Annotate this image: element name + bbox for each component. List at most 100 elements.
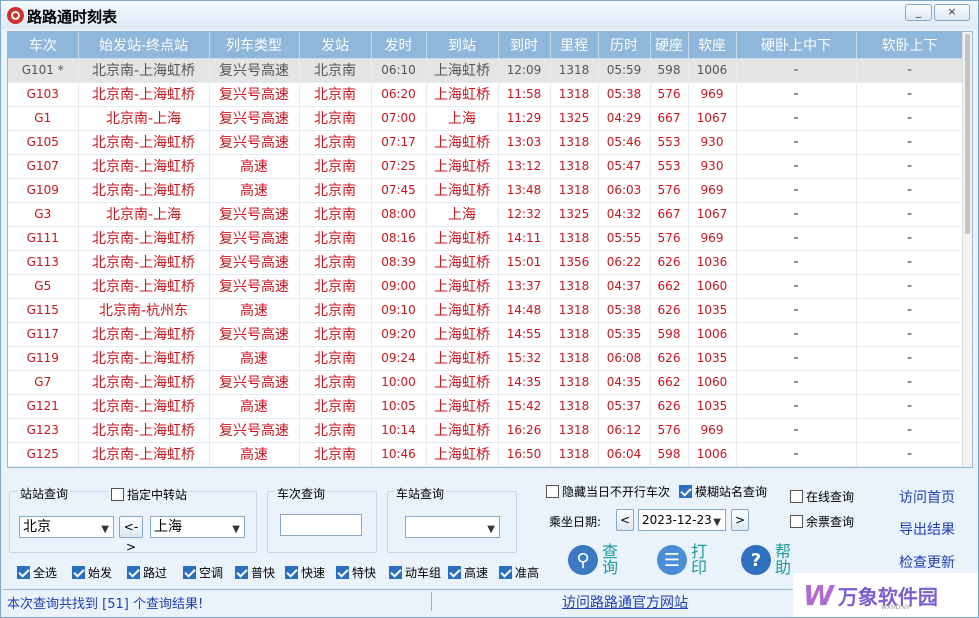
update-link[interactable]: 检查更新 <box>899 552 955 572</box>
filter-checkbox[interactable]: 全选 <box>17 564 57 581</box>
timetable-grid[interactable]: 车次 始发站-终点站 列车类型 发站 发时 到站 到时 里程 历时 硬座 软座 硬卧上中下 软卧上下 G… <box>7 31 973 468</box>
table-row[interactable]: G105 北京南-上海虹桥 复兴号高速 北京南 07:17 上海虹桥 13:03 1318 05… <box>8 130 964 155</box>
table-row[interactable]: G113 北京南-上海虹桥 复兴号高速 北京南 08:39 上海虹桥 15:01 1356 06… <box>8 250 964 275</box>
table-cell: G119 <box>8 346 79 371</box>
filter-checkbox-label: 始发 <box>88 566 113 580</box>
table-cell: 复兴号高速 <box>209 226 300 251</box>
online-checkbox-box[interactable] <box>790 490 803 503</box>
home-link[interactable]: 访问首页 <box>899 487 955 507</box>
to-station-value: 上海 <box>154 519 182 535</box>
filter-checkbox[interactable]: 特快 <box>336 564 376 581</box>
online-query-checkbox[interactable]: 在线查询 <box>790 488 854 505</box>
table-header: 车次 始发站-终点站 列车类型 发站 发时 到站 到时 里程 历时 硬座 软座 硬卧上中下 软卧上下 <box>8 32 964 59</box>
table-cell: 09:24 <box>371 346 427 371</box>
table-cell: 12:09 <box>498 58 551 83</box>
help-button-label: 帮助 <box>775 542 792 577</box>
filter-checkbox-box[interactable] <box>17 566 30 579</box>
filter-checkbox-box[interactable] <box>336 566 349 579</box>
table-cell: 576 <box>650 226 689 251</box>
filter-checkbox[interactable]: 路过 <box>127 564 167 581</box>
official-site-link[interactable]: 访问路路通官方网站 <box>562 592 688 612</box>
filter-checkbox[interactable]: 快速 <box>285 564 325 581</box>
column-header[interactable]: 发时 <box>371 32 427 59</box>
hide-checkbox-box[interactable] <box>546 485 559 498</box>
table-cell: 北京南 <box>299 322 372 347</box>
transfer-checkbox[interactable]: 指定中转站 <box>109 486 190 503</box>
result-count-text: 本次查询共找到 [51] 个查询结果! <box>7 597 204 612</box>
column-header[interactable]: 到时 <box>498 32 551 59</box>
next-date-button[interactable]: > <box>731 509 749 531</box>
scroll-thumb[interactable] <box>965 34 970 234</box>
table-cell: 1318 <box>550 370 599 395</box>
filter-checkbox[interactable]: 准高 <box>499 564 539 581</box>
date-picker[interactable]: 2023-12-23 ▼ <box>638 509 726 531</box>
table-cell: G105 <box>8 130 79 155</box>
column-header[interactable]: 里程 <box>550 32 599 59</box>
filter-checkbox[interactable]: 始发 <box>72 564 112 581</box>
from-station-select[interactable]: 北京 ▼ <box>19 516 114 538</box>
filter-checkbox-box[interactable] <box>235 566 248 579</box>
table-cell: 09:20 <box>371 322 427 347</box>
filter-checkbox-box[interactable] <box>72 566 85 579</box>
filter-checkbox-box[interactable] <box>183 566 196 579</box>
column-header[interactable]: 软卧上下 <box>856 32 964 59</box>
table-row[interactable]: G111 北京南-上海虹桥 复兴号高速 北京南 08:16 上海虹桥 14:11 1318 05… <box>8 226 964 251</box>
column-header[interactable]: 车次 <box>8 32 79 59</box>
prev-date-button[interactable]: < <box>616 509 634 531</box>
table-row[interactable]: G101 * 北京南-上海虹桥 复兴号高速 北京南 06:10 上海虹桥 12:09 1318… <box>8 58 964 83</box>
fuzzy-checkbox-box[interactable] <box>679 485 692 498</box>
column-header[interactable]: 硬卧上中下 <box>736 32 857 59</box>
hide-not-running-checkbox[interactable]: 隐藏当日不开行车次 <box>546 483 670 500</box>
table-row[interactable]: G125 北京南-上海虹桥 高速 北京南 10:46 上海虹桥 16:50 1318 06:04… <box>8 442 964 467</box>
table-cell: - <box>856 82 964 107</box>
table-row[interactable]: G119 北京南-上海虹桥 高速 北京南 09:24 上海虹桥 15:32 1318 06:08… <box>8 346 964 371</box>
column-header[interactable]: 始发站-终点站 <box>78 32 210 59</box>
swap-stations-button[interactable]: <-> <box>119 516 143 554</box>
vertical-scrollbar[interactable] <box>962 32 972 467</box>
filter-checkbox[interactable]: 普快 <box>235 564 275 581</box>
train-number-input[interactable] <box>280 514 362 536</box>
print-button[interactable]: ☰ 打印 <box>657 544 709 576</box>
table-row[interactable]: G1 北京南-上海 复兴号高速 北京南 07:00 上海 11:29 1325 04:29 667… <box>8 106 964 131</box>
table-cell: 06:10 <box>371 58 427 83</box>
filter-checkbox[interactable]: 空调 <box>183 564 223 581</box>
filter-checkbox-box[interactable] <box>127 566 140 579</box>
table-cell: 626 <box>650 298 689 323</box>
query-button[interactable]: ⚲ 查询 <box>568 544 620 576</box>
filter-checkbox-box[interactable] <box>448 566 461 579</box>
column-header[interactable]: 硬座 <box>650 32 689 59</box>
minimize-button[interactable]: _ <box>905 4 932 21</box>
column-header[interactable]: 软座 <box>688 32 737 59</box>
filter-checkbox[interactable]: 动车组 <box>389 564 441 581</box>
close-button[interactable]: × <box>934 4 970 21</box>
table-cell: 1318 <box>550 58 599 83</box>
fuzzy-name-checkbox[interactable]: 模糊站名查询 <box>679 483 767 500</box>
table-cell: 1318 <box>550 346 599 371</box>
filter-checkbox-box[interactable] <box>285 566 298 579</box>
table-row[interactable]: G117 北京南-上海虹桥 复兴号高速 北京南 09:20 上海虹桥 14:55 1318 05… <box>8 322 964 347</box>
column-header[interactable]: 列车类型 <box>209 32 300 59</box>
table-row[interactable]: G121 北京南-上海虹桥 高速 北京南 10:05 上海虹桥 15:42 1318 05:37… <box>8 394 964 419</box>
table-row[interactable]: G109 北京南-上海虹桥 高速 北京南 07:45 上海虹桥 13:48 1318 06:03… <box>8 178 964 203</box>
table-row[interactable]: G103 北京南-上海虹桥 复兴号高速 北京南 06:20 上海虹桥 11:58 1318 05… <box>8 82 964 107</box>
column-header[interactable]: 到站 <box>426 32 499 59</box>
filter-checkbox[interactable]: 高速 <box>448 564 488 581</box>
station-lookup-select[interactable]: ▼ <box>405 516 500 538</box>
filter-checkbox-box[interactable] <box>389 566 402 579</box>
table-row[interactable]: G123 北京南-上海虹桥 复兴号高速 北京南 10:14 上海虹桥 16:26 1318 06… <box>8 418 964 443</box>
help-button[interactable]: ? 帮助 <box>741 544 793 576</box>
table-row[interactable]: G3 北京南-上海 复兴号高速 北京南 08:00 上海 12:32 1325 04:32 667… <box>8 202 964 227</box>
column-header[interactable]: 历时 <box>598 32 651 59</box>
remaining-checkbox-box[interactable] <box>790 515 803 528</box>
column-header[interactable]: 发站 <box>299 32 372 59</box>
export-link[interactable]: 导出结果 <box>899 519 955 539</box>
table-row[interactable]: G5 北京南-上海虹桥 复兴号高速 北京南 09:00 上海虹桥 13:37 1318 04:3… <box>8 274 964 299</box>
table-row[interactable]: G107 北京南-上海虹桥 高速 北京南 07:25 上海虹桥 13:12 1318 05:47… <box>8 154 964 179</box>
transfer-checkbox-box[interactable] <box>111 488 124 501</box>
to-station-select[interactable]: 上海 ▼ <box>150 516 245 538</box>
table-cell: - <box>856 106 964 131</box>
table-row[interactable]: G115 北京南-杭州东 高速 北京南 09:10 上海虹桥 14:48 1318 05:38 6… <box>8 298 964 323</box>
remaining-tickets-checkbox[interactable]: 余票查询 <box>790 513 854 530</box>
filter-checkbox-box[interactable] <box>499 566 512 579</box>
table-row[interactable]: G7 北京南-上海虹桥 复兴号高速 北京南 10:00 上海虹桥 14:35 1318 04:3… <box>8 370 964 395</box>
